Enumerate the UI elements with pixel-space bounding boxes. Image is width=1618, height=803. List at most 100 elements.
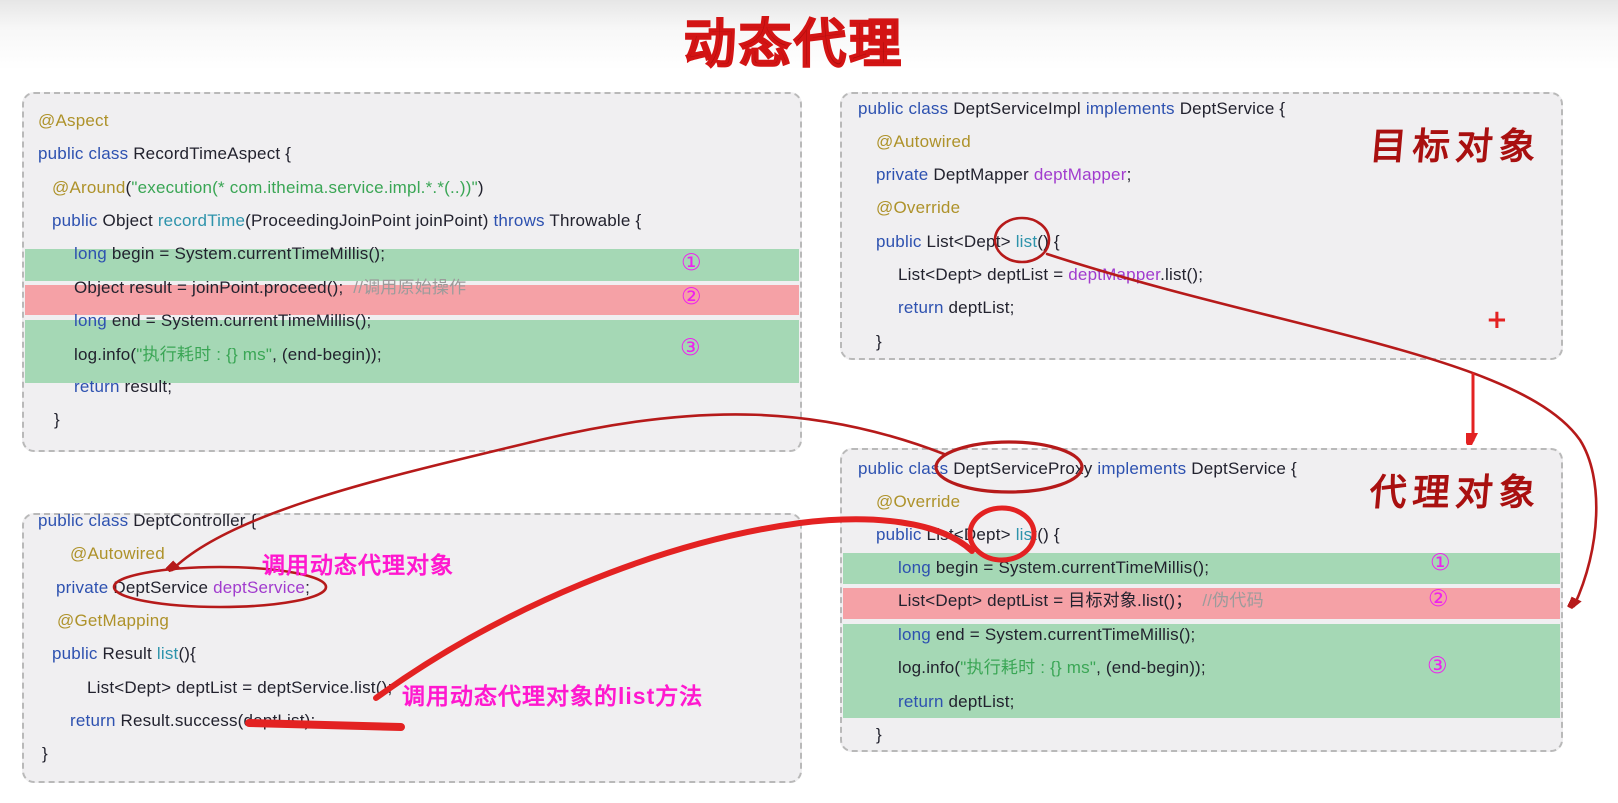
code-token: List<Dept> deptList = [898,265,1068,284]
code-token: @Override [876,492,960,511]
callout-dynamic-proxy-object: 调用动态代理对象 [262,546,454,580]
brush-label-dept-service-impl: 目标对象 [1368,116,1545,170]
code-line: long begin = System.currentTimeMillis(); [898,552,1209,584]
code-token: recordTime [158,211,245,230]
code-token: (){ [178,644,196,663]
code-line: public Object recordTime(ProceedingJoinP… [52,205,641,237]
code-token: end = System.currentTimeMillis(); [931,625,1196,644]
code-token: deptList; [944,298,1015,317]
code-token: DeptController { [133,511,256,530]
code-token: log.info( [898,658,960,677]
code-token: @Override [876,198,960,217]
code-token: } [876,332,882,351]
code-token: Object [103,211,158,230]
code-token: DeptService [108,578,213,597]
code-token: , (end-begin)); [1096,658,1206,677]
code-token: //调用原始操作 [353,278,466,297]
code-token: deptList; [944,692,1015,711]
code-token: @Around [52,178,125,197]
code-token: return [70,711,116,730]
code-token: deptMapper [1034,165,1127,184]
code-line: @Override [876,192,960,224]
circled-number: ① [1430,550,1451,576]
code-line: public List<Dept> list() { [876,226,1060,258]
circled-number: ② [1428,586,1449,612]
code-token: implements [1097,459,1186,478]
code-line: } [876,326,882,358]
code-token: log.info( [74,345,136,364]
code-token: public [876,525,922,544]
code-token: DeptServiceProxy [953,459,1097,478]
code-block-dept-service-proxy: public class DeptServiceProxy implements… [840,448,1563,752]
code-token: @GetMapping [57,611,169,630]
code-token: () { [1037,232,1060,251]
code-token: public [52,644,98,663]
code-token: //伪代码 [1202,591,1263,610]
code-token: @Autowired [70,544,165,563]
code-token: list [157,644,179,663]
code-token: .list(); [1160,265,1203,284]
code-line: @Autowired [70,538,165,570]
code-token: , (end-begin)); [272,345,382,364]
code-line: Object result = joinPoint.proceed(); //调… [74,272,466,304]
code-token: ) [478,178,484,197]
code-token: deptMapper [1068,265,1160,284]
code-block-dept-service-impl: public class DeptServiceImpl implements … [840,92,1563,360]
code-token: Result.success(deptList); [116,711,316,730]
code-token: @Aspect [38,111,109,130]
code-token: implements [1086,99,1175,118]
code-token: (ProceedingJoinPoint joinPoint) [245,211,493,230]
code-token: } [54,410,60,429]
code-token: end = System.currentTimeMillis(); [107,311,372,330]
code-token: DeptMapper [928,165,1033,184]
code-line: List<Dept> deptList = deptService.list()… [87,672,392,704]
code-token: long [74,244,107,263]
code-token: "执行耗时 : {} ms" [136,345,272,364]
code-token: "execution(* com.itheima.service.impl.*.… [131,178,477,197]
code-token: public class [858,459,953,478]
code-line: @Aspect [38,105,109,137]
code-line: public class DeptServiceImpl implements … [858,93,1285,125]
code-line: long end = System.currentTimeMillis(); [898,619,1195,651]
circled-number: ③ [1427,653,1448,679]
code-token: private [876,165,928,184]
code-token: private [56,578,108,597]
code-token: long [898,625,931,644]
code-line: return deptList; [898,686,1015,718]
circled-number: ① [681,250,702,276]
code-line: public List<Dept> list() { [876,519,1060,551]
slide: 动态代理 调用动态代理对象 调用动态代理对象的list方法 + @Aspectp… [0,0,1618,803]
code-token: public class [858,99,953,118]
code-token: DeptService { [1175,99,1286,118]
code-token: throws [493,211,544,230]
code-token: return [898,298,944,317]
code-token: public [876,232,922,251]
code-token: List<Dept> deptList = 目标对象.list()； [898,591,1202,610]
code-line: return result; [74,371,172,403]
code-line: @Override [876,486,960,518]
code-line: @GetMapping [57,605,169,637]
code-line: public class DeptServiceProxy implements… [858,453,1297,485]
code-token: result; [120,377,173,396]
code-line: } [54,404,60,436]
code-token: ; [305,578,310,597]
brush-label-dept-service-proxy: 代理对象 [1368,462,1545,516]
circled-number: ③ [680,335,701,361]
code-token: Throwable { [545,211,642,230]
code-token: Object result = joinPoint.proceed(); [74,278,353,297]
circled-number: ② [681,284,702,310]
callout-dynamic-proxy-list-method: 调用动态代理对象的list方法 [402,677,703,711]
code-token: () { [1037,525,1060,544]
code-line: public class DeptController { [38,505,256,537]
code-line: return deptList; [898,292,1015,324]
code-token: public class [38,511,133,530]
code-line: return Result.success(deptList); [70,705,315,737]
code-token: begin = System.currentTimeMillis(); [931,558,1209,577]
code-line: @Autowired [876,126,971,158]
code-token: public [52,211,103,230]
code-token: List<Dept> [922,232,1016,251]
code-line: public class RecordTimeAspect { [38,138,291,170]
code-line: long begin = System.currentTimeMillis(); [74,238,385,270]
code-line: long end = System.currentTimeMillis(); [74,305,371,337]
code-line: } [876,719,882,751]
